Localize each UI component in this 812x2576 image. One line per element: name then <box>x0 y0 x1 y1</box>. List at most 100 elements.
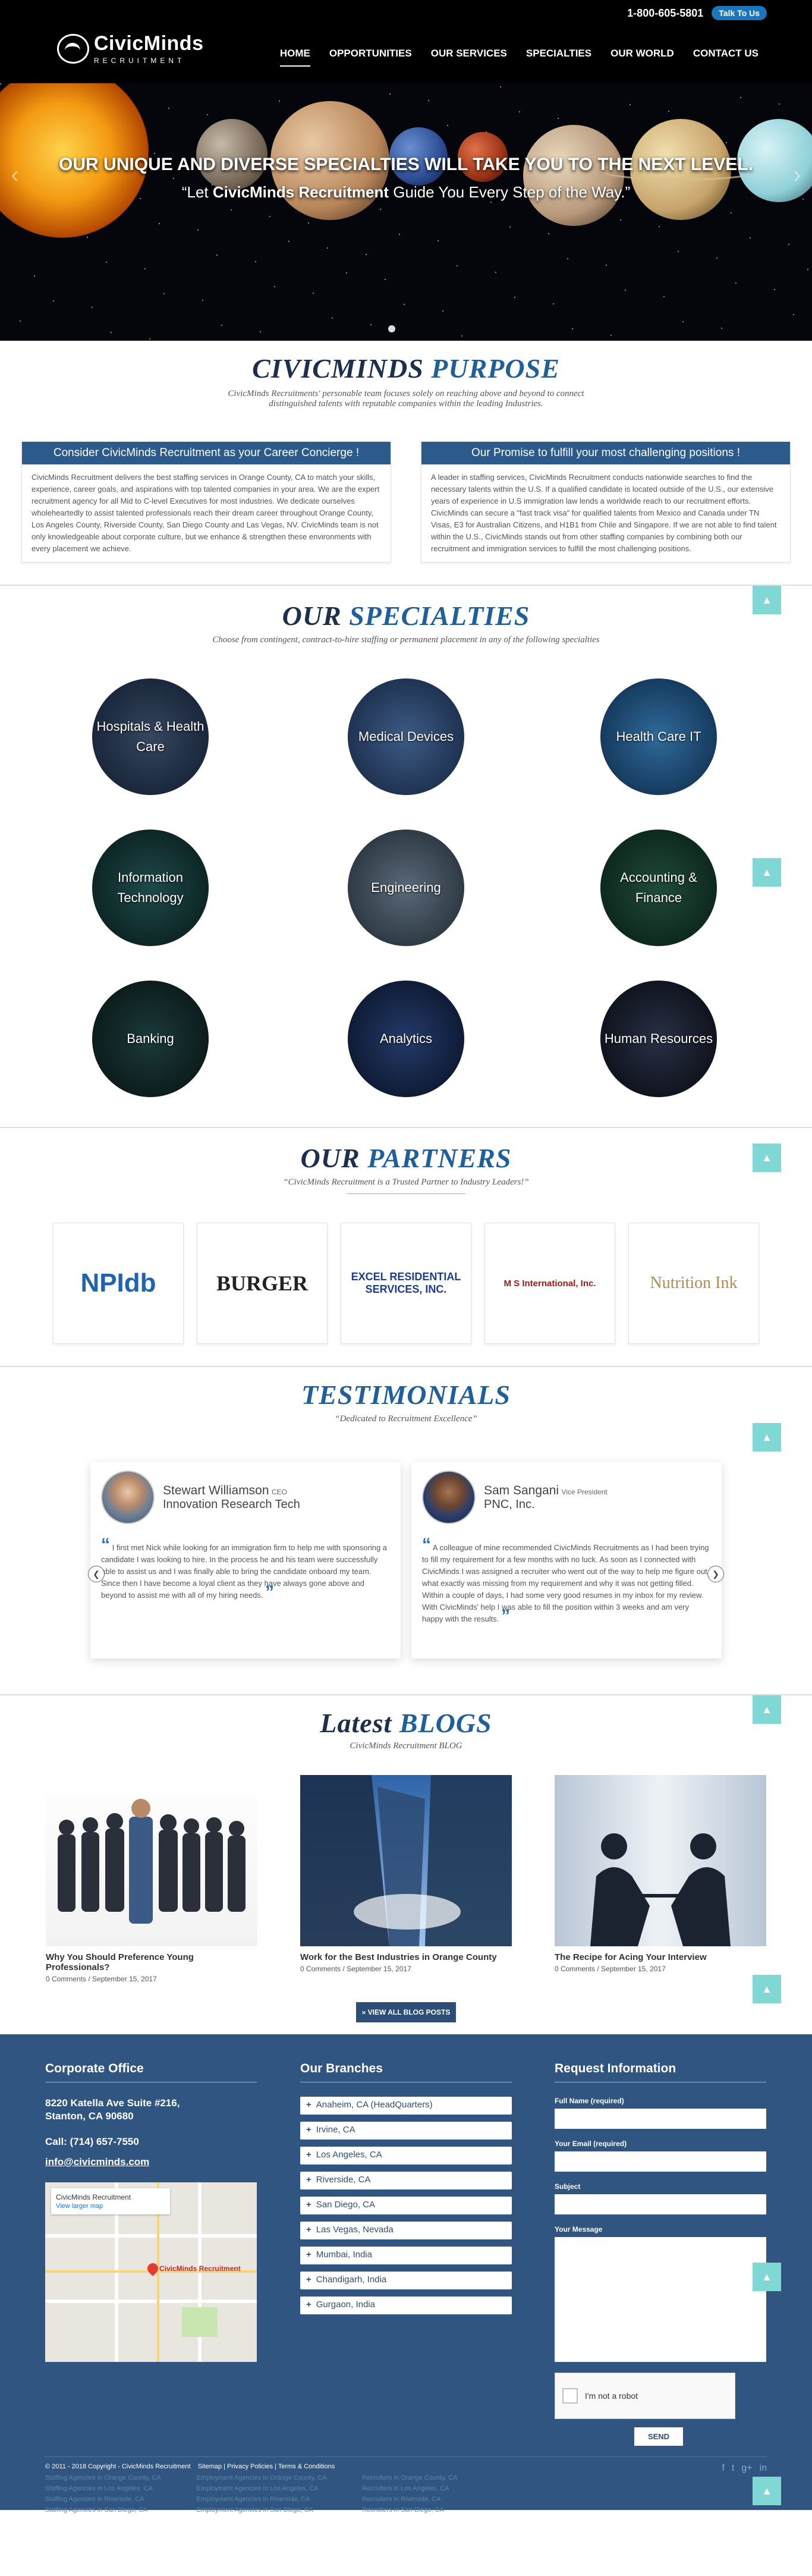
partners-subtitle: “CivicMinds Recruitment is a Trusted Par… <box>283 1177 529 1187</box>
seo-link[interactable]: Recruiters in Orange County, CA <box>362 2474 457 2481</box>
google-plus-icon[interactable]: g+ <box>741 2463 752 2474</box>
blog-post[interactable]: Why You Should Preference Young Professi… <box>46 1775 257 1983</box>
seo-link[interactable]: Employment Agencies in Riverside, CA <box>197 2496 327 2503</box>
full-name-field[interactable] <box>555 2109 766 2129</box>
purpose-title-a: CIVICMINDS <box>252 353 432 384</box>
testimonial-prev-button[interactable]: ❮ <box>88 1566 105 1582</box>
branch-item[interactable]: + Mumbai, India <box>300 2247 512 2264</box>
footer-bottom-bar: © 2011 - 2018 Copyright - CivicMinds Rec… <box>45 2456 767 2474</box>
open-quote-icon: “ <box>101 1535 110 1554</box>
partner-logo-card[interactable]: M S International, Inc. <box>484 1223 615 1344</box>
message-field[interactable] <box>555 2237 766 2362</box>
testimonial-next-button[interactable]: ❯ <box>707 1566 724 1582</box>
blogs-title: Latest BLOGS <box>0 1707 812 1739</box>
branch-item[interactable]: + Las Vegas, Nevada <box>300 2222 512 2239</box>
star-dot <box>442 310 443 312</box>
seo-link[interactable]: Employment Agencies in Orange County, CA <box>197 2474 327 2481</box>
purpose-subtitle: CivicMinds Recruitments' personable team… <box>228 389 584 409</box>
star-dot <box>509 227 511 228</box>
footer-links[interactable]: Sitemap | Privacy Policies | Terms & Con… <box>198 2463 335 2470</box>
branch-item[interactable]: + Irvine, CA <box>300 2122 512 2140</box>
seo-link[interactable]: Employment Agencies in Los Angeles, CA <box>197 2485 327 2492</box>
nav-specialties[interactable]: SPECIALTIES <box>526 48 591 67</box>
specialty-analytics[interactable]: Analytics <box>348 981 464 1097</box>
specialty-engineering[interactable]: Engineering <box>348 830 464 946</box>
scroll-top-button[interactable]: ▲ <box>753 1975 781 2003</box>
blog-title[interactable]: The Recipe for Acing Your Interview <box>555 1952 766 1962</box>
office-email[interactable]: info@civicminds.com <box>45 2156 257 2168</box>
scroll-top-button[interactable]: ▲ <box>753 2477 781 2505</box>
nav-opportunities[interactable]: OPPORTUNITIES <box>329 48 412 67</box>
seo-link[interactable]: Recruiters in San Diego, CA <box>362 2506 457 2514</box>
partner-logo-card[interactable]: NPIdb <box>53 1223 184 1344</box>
nav-contact-us[interactable]: CONTACT US <box>693 48 759 67</box>
specialty-information-technology[interactable]: Information Technology <box>92 830 209 946</box>
talk-to-us-button[interactable]: Talk To Us <box>712 6 767 20</box>
branch-item[interactable]: + Riverside, CA <box>300 2172 512 2189</box>
map-info-card: CivicMinds Recruitment View larger map <box>51 2188 170 2214</box>
testimonial-body: A colleague of mine recommended CivicMin… <box>422 1543 709 1623</box>
star-dot <box>173 178 174 179</box>
view-all-blog-posts-button[interactable]: » VIEW ALL BLOG POSTS <box>356 2002 456 2022</box>
seo-link[interactable]: Recruiters in Los Angeles, CA <box>362 2485 457 2492</box>
blog-title[interactable]: Why You Should Preference Young Professi… <box>46 1952 257 1972</box>
specialty-banking[interactable]: Banking <box>92 981 209 1097</box>
seo-link[interactable]: Staffing Agencies in Los Angeles, CA <box>45 2485 161 2492</box>
nav-our-services[interactable]: OUR SERVICES <box>431 48 507 67</box>
corporate-office-column: Corporate Office 8220 Katella Ave Suite … <box>45 2062 257 2362</box>
send-button[interactable]: SEND <box>634 2427 683 2446</box>
branch-item[interactable]: + San Diego, CA <box>300 2197 512 2214</box>
scroll-top-button[interactable]: ▲ <box>753 1144 781 1172</box>
seo-link[interactable]: Recruiters in Riverside, CA <box>362 2496 457 2503</box>
partner-logo-card[interactable]: EXCEL RESIDENTIAL SERVICES, INC. <box>341 1223 471 1344</box>
scroll-top-button[interactable]: ▲ <box>753 586 781 614</box>
scroll-top-button[interactable]: ▲ <box>753 1423 781 1452</box>
blog-title[interactable]: Work for the Best Industries in Orange C… <box>300 1952 512 1962</box>
seo-link[interactable]: Staffing Agencies in Orange County, CA <box>45 2474 161 2481</box>
header-phone[interactable]: 1-800-605-5801 <box>627 7 703 20</box>
people-illustration <box>58 1799 246 1924</box>
star-dot <box>428 100 429 101</box>
view-larger-map-link[interactable]: View larger map <box>56 2203 103 2210</box>
office-map[interactable]: CivicMinds Recruitment View larger map C… <box>45 2182 257 2362</box>
star-dot <box>558 118 559 119</box>
subject-field[interactable] <box>555 2194 766 2214</box>
nav-our-world[interactable]: OUR WORLD <box>610 48 674 67</box>
purpose-title-b: PURPOSE <box>431 353 560 384</box>
email-field[interactable] <box>555 2151 766 2172</box>
star-dot <box>399 234 400 235</box>
seo-link[interactable]: Employment Agencies in San Diego, CA <box>197 2506 327 2514</box>
testimonials-section: ▲ TESTIMONIALS “Dedicated to Recruitment… <box>0 1367 812 1694</box>
slider-dot[interactable] <box>388 325 395 332</box>
scroll-top-button[interactable]: ▲ <box>753 2263 781 2291</box>
recaptcha-checkbox[interactable] <box>562 2388 578 2404</box>
specialty-hospitals[interactable]: Hospitals & Health Care <box>92 678 209 795</box>
branch-item[interactable]: + Anaheim, CA (HeadQuarters) <box>300 2097 512 2115</box>
branch-label: Gurgaon, India <box>316 2299 376 2310</box>
branch-item[interactable]: + Los Angeles, CA <box>300 2147 512 2165</box>
partner-logo-card[interactable]: BURGER <box>197 1223 328 1344</box>
specialty-accounting-finance[interactable]: Accounting & Finance <box>600 830 717 946</box>
star-dot <box>154 153 155 154</box>
blog-post[interactable]: The Recipe for Acing Your Interview 0 Co… <box>555 1775 766 1983</box>
twitter-icon[interactable]: t <box>732 2463 734 2474</box>
blog-post[interactable]: Work for the Best Industries in Orange C… <box>300 1775 512 1983</box>
specialty-health-care-it[interactable]: Health Care IT <box>600 678 717 795</box>
nav-home[interactable]: HOME <box>279 48 310 67</box>
testimonial-person: Sam Sangani Vice President <box>484 1484 608 1498</box>
branch-label: San Diego, CA <box>316 2200 375 2210</box>
specialty-medical-devices[interactable]: Medical Devices <box>348 678 464 795</box>
branch-item[interactable]: + Chandigarh, India <box>300 2272 512 2289</box>
star-dot <box>447 125 448 126</box>
linkedin-icon[interactable]: in <box>760 2463 767 2474</box>
partner-logo-card[interactable]: Nutrition Ink <box>628 1223 759 1344</box>
facebook-icon[interactable]: f <box>722 2463 724 2474</box>
branch-item[interactable]: + Gurgaon, India <box>300 2297 512 2314</box>
specialty-human-resources[interactable]: Human Resources <box>600 981 717 1097</box>
office-phone[interactable]: Call: (714) 657-7550 <box>45 2136 257 2148</box>
scroll-top-button[interactable]: ▲ <box>753 1695 781 1724</box>
seo-link[interactable]: Staffing Agencies in San Diego, CA <box>45 2506 161 2514</box>
logo[interactable]: CivicMinds RECRUITMENT <box>57 32 203 65</box>
partners-divider <box>347 1193 465 1194</box>
seo-link[interactable]: Staffing Agencies in Riverside, CA <box>45 2496 161 2503</box>
